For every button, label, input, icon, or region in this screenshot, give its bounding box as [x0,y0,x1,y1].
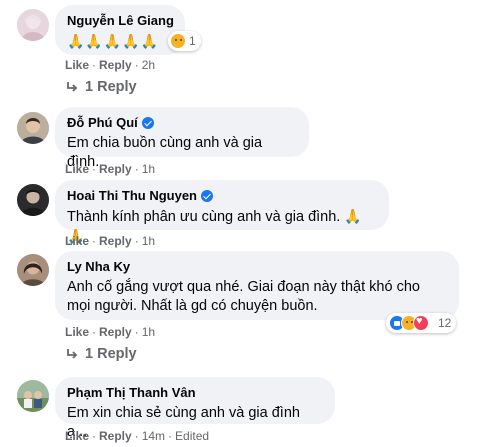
like-link[interactable]: Like [65,325,89,339]
reply-arrow-icon [67,82,78,92]
comment-actions: Like · Reply · 1h [65,162,156,176]
comment-bubble: Ly Nha Ky Anh cố gắng vượt qua nhé. Giai… [55,251,459,320]
reply-link[interactable]: Reply [99,58,132,72]
timestamp[interactable]: 1h [142,325,155,339]
verified-badge-icon [141,117,154,129]
reply-link[interactable]: Reply [99,325,132,339]
avatar[interactable] [17,380,49,412]
reply-link[interactable]: Reply [99,234,132,248]
verified-badge-icon [201,190,213,202]
reply-link[interactable]: Reply [99,429,132,443]
reaction-badge[interactable]: 1 [168,31,201,51]
like-link[interactable]: Like [65,234,89,248]
reaction-count: 12 [438,316,452,330]
avatar[interactable] [17,9,49,41]
comment-actions: Like · Reply · 1h [65,325,156,339]
comment-author[interactable]: Hoai Thi Thu Nguyen [67,188,377,204]
reply-link[interactable]: Reply [99,162,132,176]
reaction-count: 1 [189,34,196,48]
avatar[interactable] [17,112,49,144]
comment-text: 🙏🙏🙏🙏🙏 [67,33,160,49]
like-link[interactable]: Like [65,58,89,72]
comment-text-line: mọi người. Nhất là gd có chuyện buồn. [67,298,318,314]
like-link[interactable]: Like [65,429,89,443]
love-reaction-icon [413,315,429,331]
replies-count: 1 Reply [85,346,137,362]
reply-arrow-icon [67,349,78,359]
reaction-badge[interactable]: 12 [386,313,457,333]
comment-bubble: Đỗ Phú Quí Em chia buồn cùng anh và gia … [55,107,309,170]
comment-author[interactable]: Phạm Thị Thanh Vân [67,385,323,401]
timestamp[interactable]: 14m [142,429,165,443]
comment-text: Anh cố gắng vượt qua nhé. Giai đoạn này … [67,278,447,316]
view-replies-link[interactable]: 1 Reply [65,79,137,95]
comment-bubble: Phạm Thị Thanh Vân Em xin chia sẻ cùng a… [55,377,335,440]
timestamp[interactable]: 1h [142,162,155,176]
timestamp[interactable]: 2h [142,58,155,72]
edited-label: Edited [175,429,210,443]
view-replies-link[interactable]: 1 Reply [65,346,137,362]
timestamp[interactable]: 1h [142,234,155,248]
comment-author[interactable]: Ly Nha Ky [67,259,447,275]
sad-reaction-icon [170,33,186,49]
comment-bubble: Hoai Thi Thu Nguyen Thành kính phân ưu c… [55,180,389,244]
avatar[interactable] [17,254,49,286]
comment-author[interactable]: Nguyễn Lê Giang [67,13,174,29]
comment-actions: Like · Reply · 14m · Edited [65,429,210,443]
comment-actions: Like · Reply · 1h [65,234,156,248]
replies-count: 1 Reply [85,79,137,95]
comment-actions: Like · Reply · 2h [65,58,156,72]
comment-text-line: Anh cố gắng vượt qua nhé. Giai đoạn này … [67,279,420,295]
comment-author[interactable]: Đỗ Phú Quí [67,115,297,131]
like-link[interactable]: Like [65,162,89,176]
comment-bubble: Nguyễn Lê Giang 🙏🙏🙏🙏🙏 [55,5,185,55]
avatar[interactable] [17,184,49,216]
